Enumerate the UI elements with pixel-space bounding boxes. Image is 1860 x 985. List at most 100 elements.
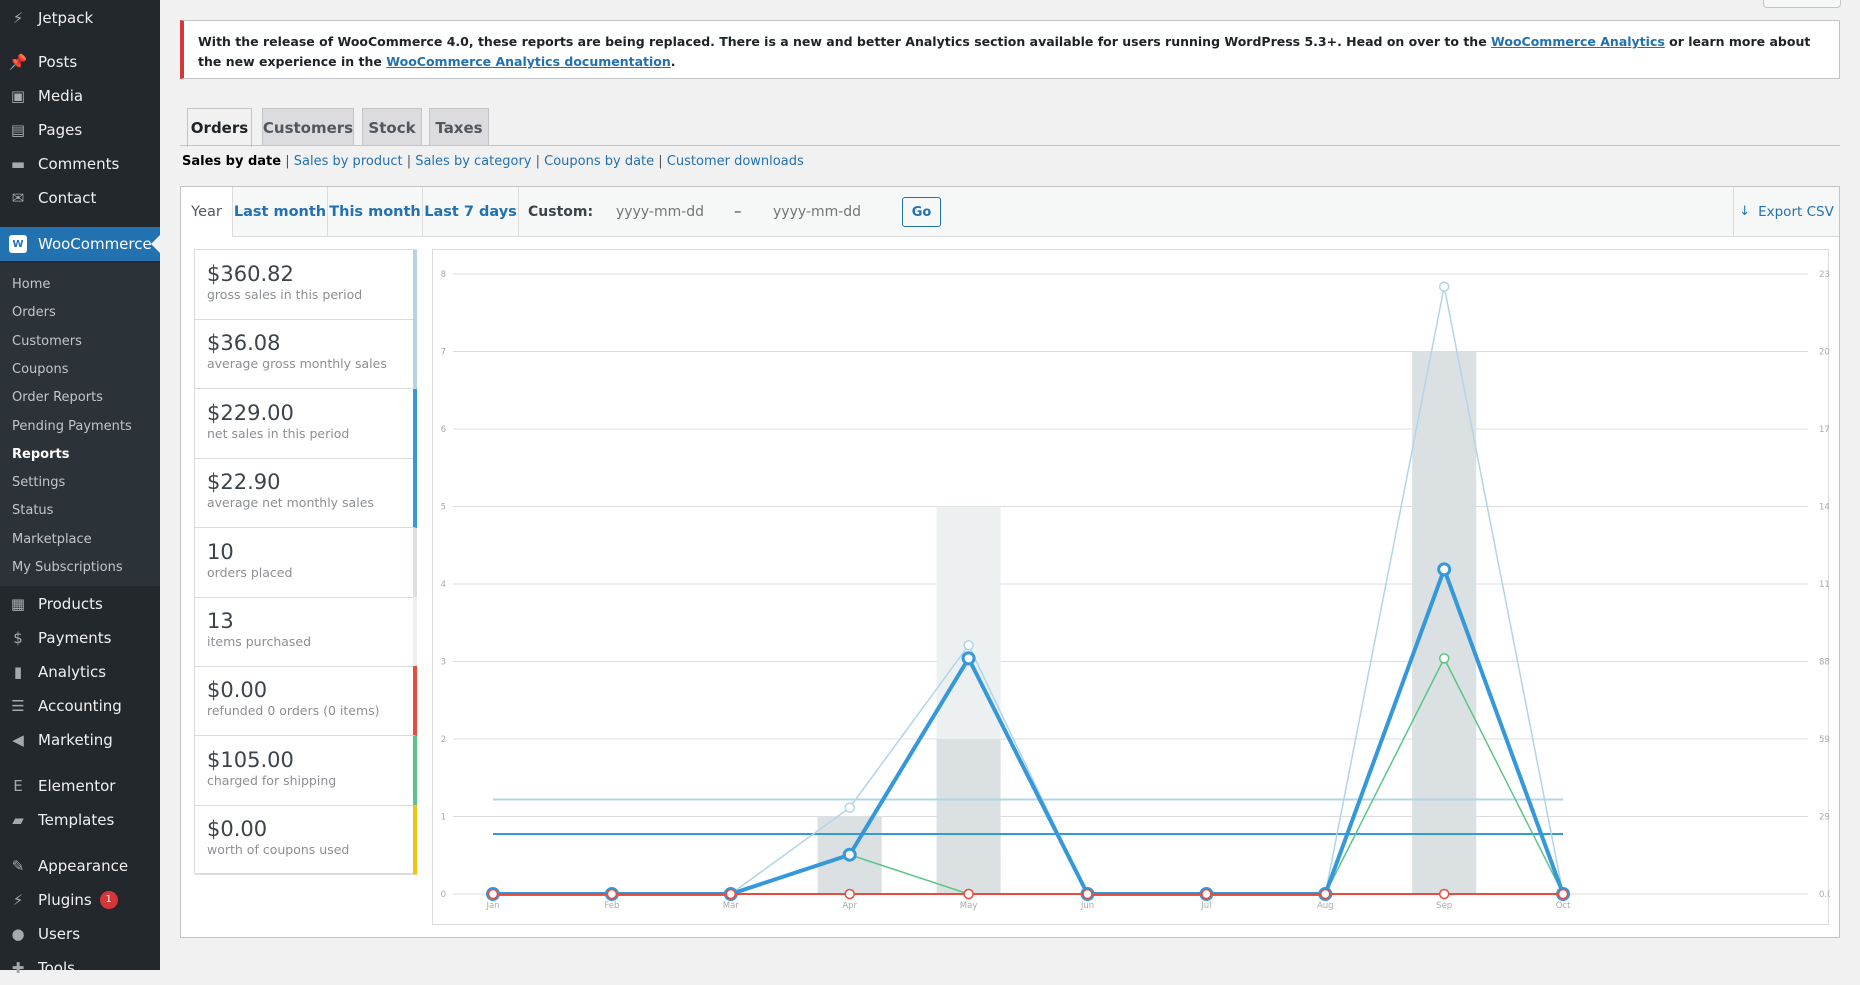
legend-description: gross sales in this period xyxy=(207,287,363,302)
sidebar-item-marketing[interactable]: ◀ Marketing xyxy=(0,723,160,757)
submenu-order-reports[interactable]: Order Reports xyxy=(12,387,103,409)
sidebar-item-posts[interactable]: 📌 Posts xyxy=(0,45,160,79)
submenu-home[interactable]: Home xyxy=(12,274,50,296)
tab-customers[interactable]: Customers xyxy=(262,108,354,146)
range-year[interactable]: Year xyxy=(181,187,233,237)
legend-item[interactable]: $0.00 worth of coupons used xyxy=(195,805,417,876)
sidebar-item-templates[interactable]: ▰ Templates xyxy=(0,803,160,837)
sales-chart: 0 1 2 3 4 5 6 7 8 0.00 29.60 59.20 88.81 118.41 148.01… xyxy=(432,249,1830,925)
legend-item[interactable]: $0.00 refunded 0 orders (0 items) xyxy=(195,666,417,737)
x-axis-tick: Aug xyxy=(1317,901,1334,911)
sidebar-item-pages[interactable]: ▤ Pages xyxy=(0,113,160,147)
woocommerce-submenu: Home Orders Customers Coupons Order Reports P… xyxy=(0,263,160,586)
tab-orders[interactable]: Orders xyxy=(187,108,252,147)
legend-item[interactable]: $105.00 charged for shipping xyxy=(195,735,417,806)
legend-amount: $229.00 xyxy=(207,400,294,425)
sidebar-item-media[interactable]: ▣ Media xyxy=(0,79,160,113)
end-date-input[interactable] xyxy=(773,199,893,225)
series-point xyxy=(487,888,499,900)
tab-divider xyxy=(180,145,1840,146)
tab-stock[interactable]: Stock xyxy=(362,108,422,146)
left-axis-tick: 2 xyxy=(441,735,446,745)
submenu-my-subscriptions[interactable]: My Subscriptions xyxy=(12,557,123,579)
series-point xyxy=(961,651,976,666)
submenu-customers[interactable]: Customers xyxy=(12,331,82,353)
submenu-reports[interactable]: Reports xyxy=(12,444,69,466)
sidebar-item-comments[interactable]: ▬ Comments xyxy=(0,147,160,181)
x-axis-tick: May xyxy=(960,901,978,911)
legend-description: orders placed xyxy=(207,564,293,580)
series-point xyxy=(725,888,737,900)
range-this-month[interactable]: This month xyxy=(328,187,423,236)
legend-item[interactable]: $36.08 average gross monthly sales xyxy=(195,319,417,390)
sidebar-item-label: Payments xyxy=(38,629,112,647)
submenu-settings[interactable]: Settings xyxy=(12,472,65,494)
sidebar-item-plugins[interactable]: ⚡ Plugins 1 xyxy=(0,883,160,917)
sidebar-item-label: Media xyxy=(38,87,84,105)
series-line xyxy=(493,285,1564,895)
sidebar-item-label: Elementor xyxy=(38,777,116,795)
sidebar-item-appearance[interactable]: ✎ Appearance xyxy=(0,849,160,883)
submenu-status[interactable]: Status xyxy=(12,500,53,522)
export-csv-button[interactable]: ↓ Export CSV xyxy=(1733,187,1839,236)
subnav-sales-by-date[interactable]: Sales by date xyxy=(182,154,281,169)
legend-description: items purchased xyxy=(207,634,312,649)
sidebar-item-contact[interactable]: ✉ Contact xyxy=(0,181,160,215)
x-axis-tick: Feb xyxy=(604,901,619,911)
sidebar-item-label: Accounting xyxy=(38,697,122,715)
download-arrow-icon: ↓ xyxy=(1739,204,1751,219)
submenu-marketplace[interactable]: Marketplace xyxy=(12,529,92,551)
range-last-month[interactable]: Last month xyxy=(233,187,328,236)
sidebar-item-label: Pages xyxy=(38,121,83,139)
series-point xyxy=(1201,888,1212,900)
legend-item[interactable]: 10 orders placed xyxy=(195,527,417,598)
sidebar-item-woocommerce[interactable]: W WooCommerce xyxy=(0,227,160,261)
submenu-orders[interactable]: Orders xyxy=(12,302,56,324)
sidebar-item-accounting[interactable]: ☰ Accounting xyxy=(0,689,160,723)
sidebar-item-elementor[interactable]: E Elementor xyxy=(0,769,160,803)
analytics-link[interactable]: WooCommerce Analytics xyxy=(1491,34,1665,49)
sidebar-item-jetpack[interactable]: ⚡ Jetpack xyxy=(0,1,160,35)
dollar-icon: $ xyxy=(13,629,23,647)
range-last-7-days[interactable]: Last 7 days xyxy=(423,187,519,236)
sidebar-item-label: Jetpack xyxy=(38,9,94,27)
date-separator: – xyxy=(734,202,742,220)
sidebar-item-payments[interactable]: $ Payments xyxy=(0,621,160,655)
right-axis-tick: 59.20 xyxy=(1819,735,1830,745)
legend-amount: $360.82 xyxy=(207,262,294,286)
legend-item[interactable]: $229.00 net sales in this period xyxy=(195,388,417,459)
legend-amount: $22.90 xyxy=(207,470,281,495)
tab-taxes[interactable]: Taxes xyxy=(429,108,489,146)
subnav-sales-by-product[interactable]: Sales by product xyxy=(294,154,403,169)
series-point xyxy=(963,888,974,900)
go-button[interactable]: Go xyxy=(902,197,941,227)
right-axis-tick: 118.41 xyxy=(1819,580,1830,590)
legend-item[interactable]: 13 items purchased xyxy=(195,597,417,667)
subnav-coupons-by-date[interactable]: Coupons by date xyxy=(544,154,654,169)
sidebar-item-products[interactable]: ▦ Products xyxy=(0,587,160,621)
start-date-input[interactable] xyxy=(616,199,736,225)
left-axis-tick: 3 xyxy=(441,658,446,668)
analytics-docs-link[interactable]: WooCommerce Analytics documentation xyxy=(386,54,671,69)
x-axis-tick: Jul xyxy=(1200,901,1211,911)
right-axis-tick: 0.00 xyxy=(1819,890,1830,900)
sidebar-item-users[interactable]: ● Users xyxy=(0,917,160,951)
subnav-sales-by-category[interactable]: Sales by category xyxy=(415,154,531,169)
screen-options-button[interactable] xyxy=(1763,0,1841,8)
bar-chart-icon: ▮ xyxy=(13,663,23,681)
sidebar-item-label: Appearance xyxy=(38,857,129,875)
legend-item[interactable]: $360.82 gross sales in this period xyxy=(195,250,417,320)
media-icon: ▣ xyxy=(10,87,26,105)
sidebar-item-label: Comments xyxy=(38,155,120,173)
sidebar-item-analytics[interactable]: ▮ Analytics xyxy=(0,655,160,689)
series-point xyxy=(1438,888,1450,900)
pages-icon: ▤ xyxy=(10,121,26,139)
chart-svg: 0 1 2 3 4 5 6 7 8 0.00 29.60 59.20 88.81 118.41 148.01… xyxy=(441,270,1830,911)
series-point xyxy=(1320,888,1331,900)
submenu-pending-payments[interactable]: Pending Payments xyxy=(12,416,132,438)
subnav-customer-downloads[interactable]: Customer downloads xyxy=(667,154,804,169)
legend-amount: $0.00 xyxy=(207,817,268,842)
legend-item[interactable]: $22.90 average net monthly sales xyxy=(195,458,417,529)
sidebar-item-tools[interactable]: ✚ Tools xyxy=(0,951,160,985)
submenu-coupons[interactable]: Coupons xyxy=(12,359,69,381)
